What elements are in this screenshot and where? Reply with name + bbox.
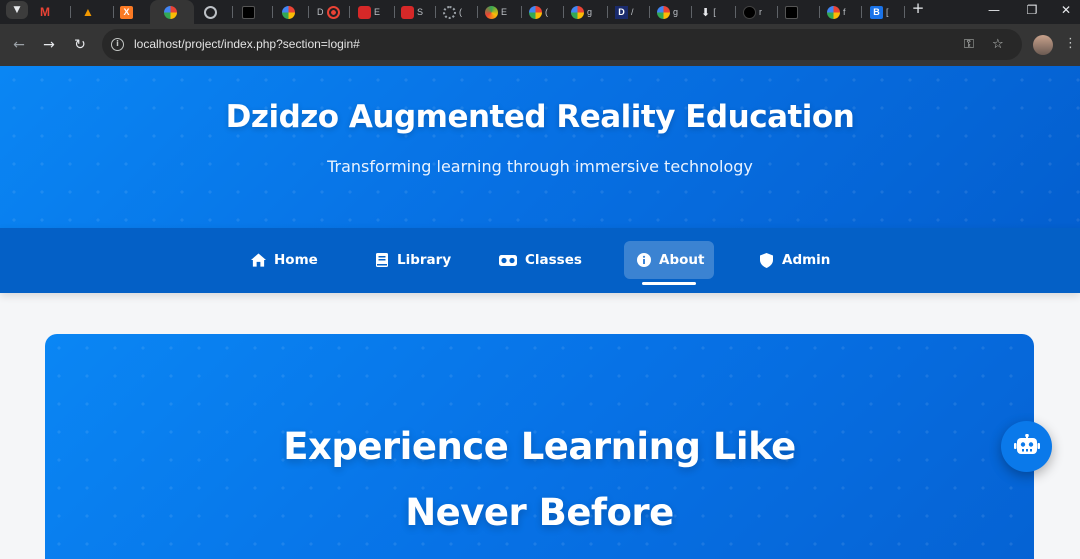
dark-site-icon xyxy=(242,5,255,19)
nav-classes[interactable]: Classes xyxy=(486,241,595,279)
browser-tab[interactable]: g xyxy=(653,0,691,24)
loading-icon xyxy=(443,5,456,19)
forward-button[interactable]: → xyxy=(39,35,59,55)
url-text: localhost/project/index.php?section=logi… xyxy=(134,37,360,51)
main-nav: Home Library Classes About Admin xyxy=(0,228,1080,293)
page-viewport: Dzidzo Augmented Reality Education Trans… xyxy=(0,66,1080,559)
chatbot-button[interactable] xyxy=(1001,421,1052,472)
new-tab-button[interactable]: + xyxy=(909,0,927,20)
browser-menu-icon[interactable]: ⋮ xyxy=(1064,36,1077,51)
hero-heading-line-1: Experience Learning Like xyxy=(283,425,796,468)
minimize-button[interactable]: — xyxy=(976,0,1012,20)
tab-label: D xyxy=(317,7,324,17)
browser-tab[interactable]: g xyxy=(567,0,607,24)
tab-label: E xyxy=(374,7,381,17)
browser-tab[interactable] xyxy=(200,0,232,24)
browser-tab[interactable]: X xyxy=(116,0,148,24)
browser-tab[interactable]: ▲ xyxy=(78,0,112,24)
tab-label: E xyxy=(501,7,508,17)
download-icon: ⬇ xyxy=(701,6,711,19)
gmail-icon: M xyxy=(40,5,50,19)
bookmark-star-icon[interactable]: ☆ xyxy=(992,37,1004,52)
globe-icon xyxy=(204,5,217,19)
site-info-icon[interactable]: i xyxy=(111,38,124,51)
nav-label: Admin xyxy=(782,252,831,268)
google-icon xyxy=(571,5,584,19)
tab-label: / xyxy=(631,7,634,17)
browser-tab[interactable] xyxy=(238,0,272,24)
tab-label: g xyxy=(587,7,593,17)
browser-tab[interactable]: f xyxy=(823,0,861,24)
tab-label: S xyxy=(417,7,424,17)
google-icon xyxy=(529,5,542,19)
warning-triangle-icon: ▲ xyxy=(82,5,94,19)
record-icon xyxy=(326,5,340,19)
hero-heading-line-2: Never Before xyxy=(405,491,674,534)
browser-tab[interactable]: B [ xyxy=(866,0,904,24)
xampp-icon: X xyxy=(120,5,133,19)
nav-home[interactable]: Home xyxy=(238,241,331,279)
tab-label: g xyxy=(673,7,679,17)
address-bar[interactable]: i localhost/project/index.php?section=lo… xyxy=(102,29,1022,60)
mcdonalds-icon xyxy=(358,5,371,19)
browser-tab[interactable]: E xyxy=(354,0,394,24)
hero-card: Experience Learning Like Never Before xyxy=(45,334,1034,559)
google-icon xyxy=(164,5,177,19)
google-icon xyxy=(827,5,840,19)
site-title: Dzidzo Augmented Reality Education xyxy=(225,99,855,135)
shield-icon xyxy=(759,252,774,268)
home-icon xyxy=(251,253,266,268)
tab-label: f xyxy=(843,7,846,17)
tab-label: [ xyxy=(713,7,716,17)
dark-site-icon xyxy=(785,5,798,19)
close-window-button[interactable]: ✕ xyxy=(1048,0,1080,20)
nav-label: About xyxy=(659,252,705,268)
tab-search-button[interactable]: ▼ xyxy=(6,1,28,19)
d-logo-icon: D xyxy=(615,5,628,19)
reload-button[interactable]: ↻ xyxy=(70,35,90,55)
browser-tab[interactable]: ( xyxy=(439,0,477,24)
colorful-icon xyxy=(485,5,498,19)
back-button[interactable]: ← xyxy=(9,35,29,55)
browser-tab[interactable]: S xyxy=(397,0,435,24)
info-icon xyxy=(637,253,651,268)
browser-tab[interactable]: E xyxy=(481,0,521,24)
browser-tab[interactable]: D xyxy=(313,0,349,24)
restore-button[interactable]: ❐ xyxy=(1014,0,1050,20)
book-icon xyxy=(374,253,389,268)
password-key-icon[interactable]: ⚿ xyxy=(964,37,974,52)
nav-label: Home xyxy=(274,252,318,268)
nav-label: Classes xyxy=(525,252,582,268)
nav-admin[interactable]: Admin xyxy=(746,241,843,279)
site-subtitle: Transforming learning through immersive … xyxy=(327,157,753,176)
browser-tab-active[interactable] xyxy=(150,0,194,24)
tab-label: ( xyxy=(545,7,548,17)
robot-icon xyxy=(1013,433,1040,460)
profile-avatar[interactable] xyxy=(1033,35,1053,55)
nav-about[interactable]: About xyxy=(624,241,714,285)
browser-tab[interactable]: r xyxy=(739,0,777,24)
google-icon xyxy=(657,5,670,19)
mcdonalds-icon xyxy=(401,5,414,19)
vr-headset-icon xyxy=(499,253,517,268)
google-icon xyxy=(282,5,295,19)
browser-tab[interactable]: ⬇ [ xyxy=(697,0,735,24)
browser-tab[interactable] xyxy=(278,0,308,24)
tab-label: r xyxy=(759,7,762,17)
browser-toolbar: ← → ↻ i localhost/project/index.php?sect… xyxy=(0,24,1080,66)
b-logo-icon: B xyxy=(870,5,883,19)
browser-tab[interactable] xyxy=(781,0,819,24)
browser-tab[interactable]: D / xyxy=(611,0,649,24)
hero-heading: Experience Learning Like Never Before xyxy=(45,414,1034,546)
browser-tab[interactable]: ( xyxy=(525,0,563,24)
github-icon xyxy=(743,5,756,19)
browser-tab[interactable]: M xyxy=(36,0,68,24)
site-header: Dzidzo Augmented Reality Education Trans… xyxy=(0,66,1080,228)
nav-label: Library xyxy=(397,252,452,268)
nav-library[interactable]: Library xyxy=(361,241,464,279)
browser-tabstrip: ▼ M ▲ X D E S ( E (g D / g ⬇ [r f B [… xyxy=(0,0,1080,24)
tab-label: ( xyxy=(459,7,462,17)
tab-label: [ xyxy=(886,7,889,17)
